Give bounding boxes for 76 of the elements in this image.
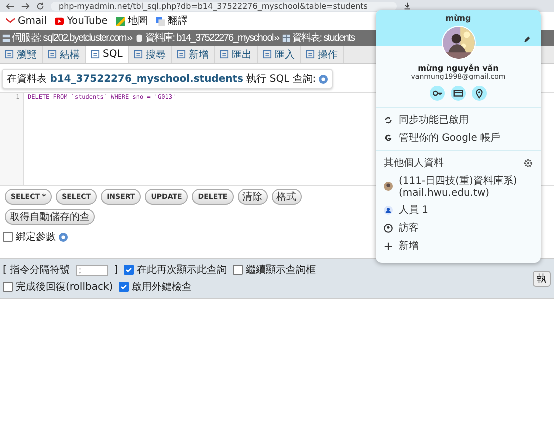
edit-icon[interactable]: [523, 36, 531, 44]
checkbox[interactable]: [119, 282, 130, 292]
list-icon: [91, 50, 100, 59]
query-title: 在資料表 b14_37522276_myschool.students 執行 SQL 查詢:: [7, 72, 316, 86]
avatar-icon: [384, 182, 393, 191]
profile-item[interactable]: 新增: [376, 237, 541, 255]
forward-icon[interactable]: [21, 2, 30, 10]
address-button[interactable]: [472, 86, 487, 101]
list-icon: [306, 50, 315, 59]
bookmark[interactable]: 翻譯: [156, 14, 188, 28]
sync-icon: [384, 116, 393, 124]
chevron-icon: [274, 34, 282, 42]
address-bar[interactable]: php-myadmin.net/tbl_sql.php?db=b14_37522276_myschool&table=students: [51, 2, 397, 10]
query-button[interactable]: 清除: [238, 189, 268, 205]
tab[interactable]: 新增: [172, 46, 215, 63]
list-icon: [220, 50, 229, 59]
list-icon: [48, 50, 57, 59]
bracket-text: ]: [114, 264, 118, 276]
list-icon: [134, 50, 143, 59]
map-icon: [116, 16, 125, 26]
profile-item[interactable]: 人員 1: [376, 201, 541, 219]
card-icon: [453, 88, 464, 99]
checkbox[interactable]: [3, 282, 13, 292]
bookmark[interactable]: 地圖: [116, 14, 148, 28]
profile-item[interactable]: 訪客: [376, 219, 541, 237]
delimiter-label: [ 指令分隔符號: [3, 264, 70, 277]
query-button[interactable]: 取得自動儲存的查: [5, 209, 95, 225]
account-name: mừng nguyễn văn: [417, 64, 500, 73]
play-icon: [55, 16, 64, 26]
menu-item[interactable]: 同步功能已啟用: [376, 111, 541, 129]
password-button[interactable]: [430, 86, 445, 101]
tab[interactable]: 匯入: [258, 46, 301, 63]
checkbox-label: 在此再次顯示此查詢: [137, 264, 227, 277]
query-button[interactable]: 格式: [272, 189, 302, 205]
checkbox[interactable]: [124, 265, 134, 275]
key-icon: [432, 88, 443, 99]
breadcrumb-link[interactable]: 伺服器: sql202.byetcluster.com: [12, 31, 126, 45]
bookmark[interactable]: Gmail: [6, 16, 48, 26]
tab[interactable]: 搜尋: [128, 46, 172, 63]
checkbox-label: 綁定參數: [16, 230, 56, 244]
payment-button[interactable]: [451, 86, 466, 101]
checkbox[interactable]: [233, 265, 243, 275]
tab[interactable]: 匯出: [214, 46, 258, 63]
tab[interactable]: SQL: [86, 46, 129, 63]
reload-icon[interactable]: [36, 2, 45, 10]
tab[interactable]: 瀏覽: [0, 46, 43, 63]
bookmark[interactable]: YouTube: [55, 16, 108, 26]
list-icon: [262, 50, 272, 59]
tab[interactable]: 操作: [300, 46, 344, 63]
guest-icon: [384, 224, 393, 232]
chevron-icon: [127, 34, 134, 42]
checkbox-label: 完成後回復(rollback): [16, 280, 114, 294]
checkbox-label: 繼續顯示查詢框: [246, 264, 316, 277]
checkbox-label: 啟用外鍵檢查: [132, 280, 192, 294]
download-icon[interactable]: [403, 2, 412, 10]
go-button[interactable]: 執: [533, 270, 551, 286]
checkbox[interactable]: [3, 232, 13, 242]
section-title: 其他個人資料: [384, 156, 444, 170]
person-icon: [384, 206, 393, 214]
mail-icon: [6, 16, 15, 26]
menu-item[interactable]: 管理你的 Google 帳戶: [376, 129, 541, 147]
database-icon: [135, 34, 144, 42]
settings-icon[interactable]: [524, 158, 533, 168]
breadcrumb-link[interactable]: 資料表: students: [292, 31, 355, 45]
google-icon: [384, 134, 393, 142]
add-icon: [384, 242, 393, 250]
list-icon: [5, 50, 14, 59]
server-icon: [2, 34, 11, 42]
list-icon: [176, 50, 186, 59]
profile-name: mừng: [446, 14, 472, 25]
delimiter-field[interactable]: ;: [76, 264, 108, 276]
table-icon: [282, 34, 292, 42]
breadcrumb-link[interactable]: 資料庫: b14_37522276_myschool: [145, 31, 274, 45]
translate-icon: [156, 16, 165, 26]
back-icon[interactable]: [6, 2, 15, 10]
location-pin-icon: [474, 88, 485, 99]
